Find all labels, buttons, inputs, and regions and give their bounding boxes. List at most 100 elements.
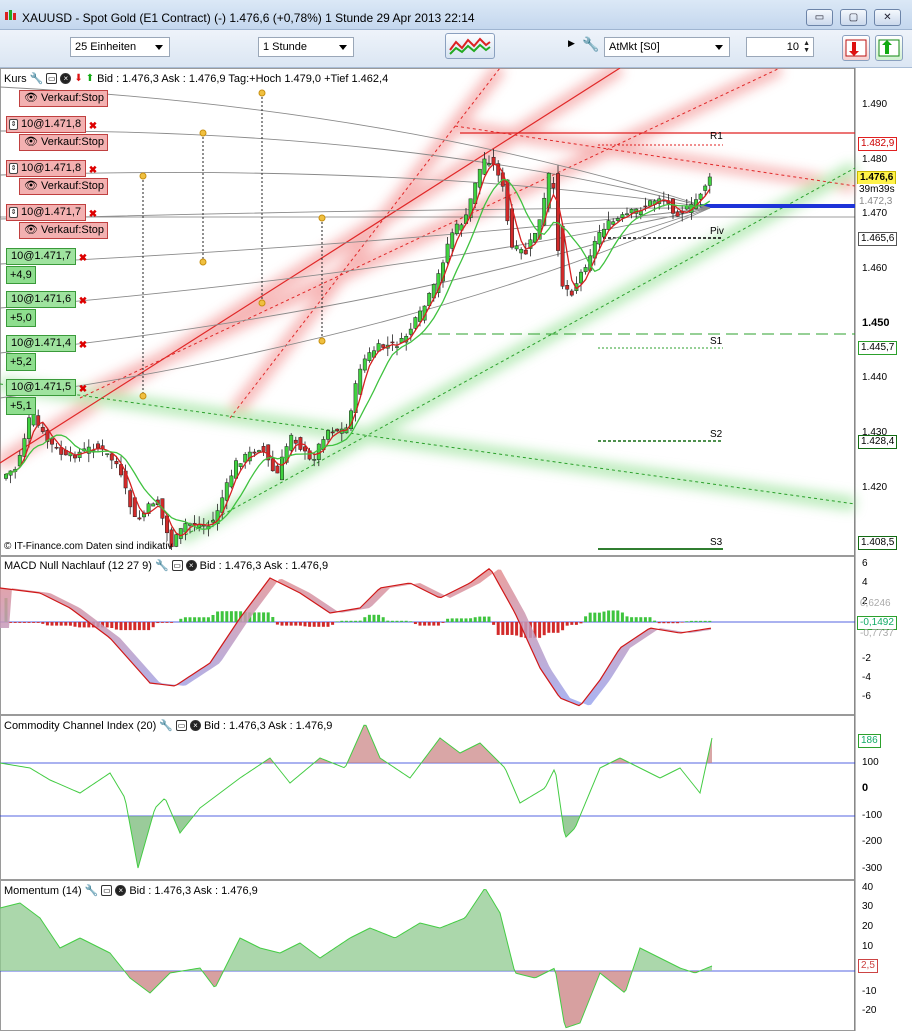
cancel-order-icon[interactable]: ✖	[79, 251, 87, 266]
close-panel-icon[interactable]: ×	[60, 73, 72, 84]
sell-small-icon[interactable]: ⬇	[74, 73, 82, 84]
quantity-stepper[interactable]: 10 ▲ ▼	[746, 37, 814, 57]
sell-order-tag[interactable]: ⇕ 10@1.471,8 ✖	[6, 116, 97, 133]
close-panel-icon[interactable]: ×	[185, 560, 197, 571]
macd-bar	[354, 620, 358, 622]
buy-small-icon[interactable]: ⬆	[86, 73, 94, 84]
macd-bar	[9, 622, 13, 623]
macd-bar	[404, 620, 408, 622]
macd-bar	[469, 618, 473, 622]
candle-body	[514, 245, 519, 250]
buy-order-tag[interactable]: 10@1.471,5 ✖	[6, 379, 87, 396]
wrench-icon[interactable]: 🔧	[155, 559, 169, 572]
cancel-order-icon[interactable]: ✖	[89, 163, 97, 178]
wrench-icon[interactable]: 🔧	[30, 72, 44, 85]
macd-bar	[611, 610, 615, 622]
stop-order-box[interactable]: 👁 Verkauf:Stop	[19, 90, 109, 107]
buy-order-label: 10@1.471,4	[11, 337, 72, 349]
candle-body	[643, 205, 648, 208]
close-panel-icon[interactable]: ×	[189, 720, 201, 731]
buy-button[interactable]	[875, 35, 903, 61]
eye-icon: 👁	[24, 136, 42, 148]
buy-order-tag[interactable]: 10@1.471,6 ✖	[6, 291, 87, 308]
buy-order-tag[interactable]: 10@1.471,4 ✖	[6, 335, 87, 352]
cancel-order-icon[interactable]: ✖	[89, 207, 97, 222]
price-axis-tick: 1.480	[862, 154, 888, 165]
drag-handle-icon[interactable]: ⇕	[9, 119, 18, 130]
macd-bar	[450, 618, 454, 622]
macd-bar	[363, 617, 367, 622]
stop-order-box[interactable]: 👁 Verkauf:Stop	[19, 178, 109, 195]
cancel-order-icon[interactable]: ✖	[89, 119, 97, 134]
maximize-icon: ▢	[848, 12, 859, 23]
order-type-dropdown[interactable]: AtMkt [S0]	[604, 37, 730, 57]
macd-axis-tick: 4	[862, 577, 868, 588]
macd-bar	[335, 621, 339, 622]
macd-panel-info: Bid : 1.476,3 Ask : 1.476,9	[199, 559, 329, 572]
macd-bar	[588, 612, 592, 622]
window-icon[interactable]: ▭	[101, 885, 113, 896]
macd-bar	[602, 611, 606, 622]
candle-body	[174, 534, 179, 547]
cancel-order-icon[interactable]: ✖	[79, 338, 87, 353]
interval-dropdown[interactable]: 1 Stunde	[258, 37, 354, 57]
close-panel-icon[interactable]: ×	[115, 885, 127, 896]
macd-bar	[266, 612, 270, 622]
secondary-price-tag: 1.472,3	[857, 196, 895, 208]
candle-body	[707, 176, 712, 186]
minimize-button[interactable]: ▭	[806, 9, 833, 26]
cci-oversold-area	[0, 816, 712, 868]
candle-body	[569, 290, 574, 296]
copyright-note: © IT-Finance.com Daten sind indikativ	[4, 541, 173, 552]
candle-body	[597, 231, 602, 245]
units-dropdown[interactable]: 25 Einheiten	[70, 37, 170, 57]
indicator-chart-button[interactable]	[445, 33, 495, 59]
macd-signal-area	[0, 568, 711, 706]
macd-bar	[358, 620, 362, 622]
maximize-button[interactable]: ▢	[840, 9, 867, 26]
candle-body	[533, 232, 537, 243]
macd-bar	[427, 622, 431, 626]
sell-order-tag[interactable]: ⇕ 10@1.471,7 ✖	[6, 204, 97, 221]
candle-body	[96, 443, 100, 449]
wrench-icon[interactable]: 🔧	[85, 884, 99, 897]
window-icon[interactable]: ▭	[46, 73, 58, 84]
drag-handle-icon[interactable]: ⇕	[9, 163, 18, 174]
candle-body	[252, 451, 257, 454]
window-icon[interactable]: ▭	[171, 560, 183, 571]
sell-button[interactable]	[842, 35, 870, 61]
candle-body	[114, 460, 119, 465]
candle-body	[229, 475, 234, 488]
macd-bar	[579, 622, 583, 624]
macd-bar	[45, 622, 49, 626]
candle-body	[105, 453, 110, 455]
candle-body	[224, 482, 229, 501]
wrench-icon[interactable]: 🔧	[159, 719, 173, 732]
macd-bar	[27, 622, 31, 623]
window-icon[interactable]: ▭	[175, 720, 187, 731]
buy-order-tag[interactable]: 10@1.471,7 ✖	[6, 248, 87, 265]
cancel-order-icon[interactable]: ✖	[79, 294, 87, 309]
macd-bar	[565, 622, 569, 626]
macd-bar	[653, 620, 657, 622]
candle-body	[243, 453, 248, 463]
macd-bar	[82, 622, 86, 628]
macd-bar	[436, 622, 440, 626]
stop-label: Verkauf:Stop	[41, 136, 105, 148]
close-icon: ✕	[883, 12, 892, 23]
drag-handle-icon[interactable]: ⇕	[9, 207, 18, 218]
chart-area[interactable]: Kurs 🔧 ▭ × ⬇ ⬆ Bid : 1.476,3 Ask : 1.476…	[0, 68, 912, 1031]
close-button[interactable]: ✕	[874, 9, 901, 26]
stop-order-box[interactable]: 👁 Verkauf:Stop	[19, 222, 109, 239]
macd-panel-header: MACD Null Nachlauf (12 27 9) 🔧 ▭ × Bid :…	[4, 559, 329, 573]
sell-order-tag[interactable]: ⇕ 10@1.471,8 ✖	[6, 160, 97, 177]
current-price-tag: 1.476,6	[857, 171, 897, 185]
cancel-order-icon[interactable]: ✖	[79, 382, 87, 397]
buy-order-label: 10@1.471,6	[11, 293, 72, 305]
stop-order-box[interactable]: 👁 Verkauf:Stop	[19, 134, 109, 151]
order-pnl: +5,0	[6, 309, 36, 327]
settings-wrench-icon[interactable]: 🔧	[582, 36, 599, 53]
macd-bar	[597, 612, 601, 622]
macd-bar	[78, 622, 82, 628]
toolbar: 25 Einheiten 1 Stunde ▶ 🔧 AtMkt [S0] 10 ▲…	[0, 30, 912, 68]
